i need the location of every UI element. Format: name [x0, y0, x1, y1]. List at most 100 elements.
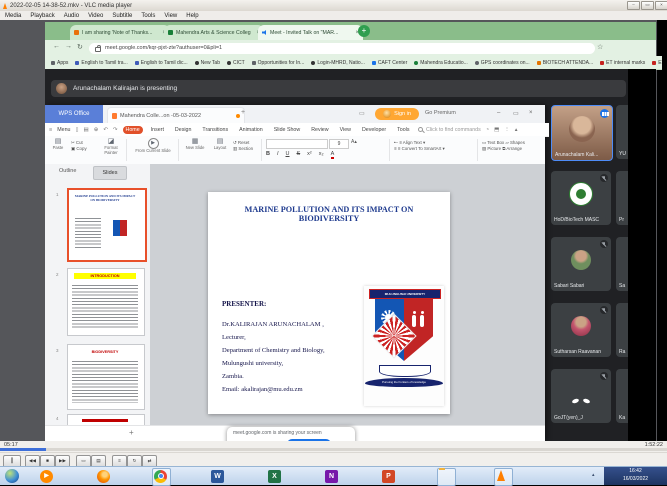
- participant-tile[interactable]: Sabari Sabari: [551, 237, 611, 291]
- paste-button[interactable]: ▤ Paste: [48, 138, 68, 151]
- share-person-icon[interactable]: ◔: [486, 127, 489, 133]
- align-text-button[interactable]: Align Text: [403, 140, 422, 145]
- browser-tab-2[interactable]: Mahendra Arts & Science Colleg ×: [164, 25, 264, 40]
- align-left-icon[interactable]: ≡: [399, 140, 402, 145]
- bullets-icon[interactable]: •–: [394, 140, 398, 145]
- shapes-button[interactable]: Shapes: [510, 140, 525, 145]
- add-slide-button[interactable]: +: [129, 428, 134, 437]
- vlc-maximize-button[interactable]: ▭: [641, 1, 654, 10]
- wps-minimize-button[interactable]: –: [497, 110, 500, 116]
- presenter-text-block[interactable]: PRESENTER: Dr.KALIRAJAN ARUNACHALAM , Le…: [222, 300, 325, 396]
- vlc-menu-audio[interactable]: Audio: [64, 13, 79, 19]
- subscript-button[interactable]: x₂: [319, 151, 324, 159]
- bookmark-item[interactable]: ET internal marks: [600, 60, 645, 66]
- vlc-menu-view[interactable]: View: [164, 13, 177, 19]
- italic-button[interactable]: I: [277, 151, 279, 159]
- font-name-box[interactable]: [266, 139, 328, 149]
- slide-title[interactable]: MARINE POLLUTION AND ITS IMPACT ON BIODI…: [214, 205, 444, 223]
- bookmark-item[interactable]: BIOTECH ATTENDA...: [537, 60, 593, 66]
- tab-home[interactable]: Home: [123, 126, 143, 134]
- wps-office-button[interactable]: WPS Office: [45, 105, 103, 123]
- chrome-icon[interactable]: [154, 470, 167, 483]
- align-right-icon[interactable]: ≡: [398, 146, 401, 151]
- bookmark-item[interactable]: CICT: [227, 60, 245, 66]
- tab-developer[interactable]: Developer: [359, 126, 389, 134]
- tab-animation[interactable]: Animation: [236, 126, 266, 134]
- print-icon[interactable]: ⊕: [94, 127, 99, 133]
- new-slide-button[interactable]: ▦ New Slide: [183, 138, 207, 151]
- address-bar[interactable]: meet.google.com/kqr-pjxt-zte?authuser=0&…: [89, 43, 595, 54]
- vlc-minimize-button[interactable]: –: [627, 1, 640, 10]
- wps-new-tab-button[interactable]: +: [241, 109, 245, 116]
- vlc-video-area[interactable]: I am sharing 'Note of Thanks... × Mahend…: [0, 20, 667, 441]
- wps-maximize-button[interactable]: ▭: [513, 110, 519, 117]
- find-commands-box[interactable]: Click to find commands: [418, 127, 481, 133]
- superscript-button[interactable]: x²: [307, 151, 312, 159]
- word-icon[interactable]: W: [211, 470, 224, 483]
- slide-thumbnail-4[interactable]: [67, 414, 145, 425]
- bookmark-item[interactable]: English to Tamil tra...: [75, 60, 127, 66]
- section-button[interactable]: ▥ Section: [233, 146, 253, 152]
- bookmark-item[interactable]: CAFT Center: [372, 60, 407, 66]
- back-icon[interactable]: ←: [53, 43, 60, 50]
- hamburger-menu-icon[interactable]: ≡: [49, 127, 52, 133]
- bookmark-item[interactable]: GPS coordinates on...: [475, 60, 530, 66]
- excel-icon[interactable]: X: [268, 470, 281, 483]
- vlc-menu-media[interactable]: Media: [5, 13, 21, 19]
- vlc-taskbar-icon[interactable]: [497, 470, 505, 481]
- bold-button[interactable]: B: [266, 151, 270, 159]
- firefox-icon[interactable]: [97, 470, 110, 483]
- smartart-button[interactable]: Convert To SmartArt: [402, 146, 442, 151]
- strikethrough-button[interactable]: S: [297, 151, 301, 159]
- bookmark-item[interactable]: English to Tamil dic...: [135, 60, 188, 66]
- panel-tab-slides[interactable]: Slides: [93, 166, 127, 180]
- side-pane-icon[interactable]: ▭: [359, 110, 365, 117]
- more-icon[interactable]: ⋮: [504, 127, 510, 133]
- slide-canvas[interactable]: MARINE POLLUTION AND ITS IMPACT ON BIODI…: [208, 192, 450, 414]
- bookmark-item[interactable]: New Tab: [195, 60, 220, 66]
- font-size-box[interactable]: 9: [329, 139, 349, 149]
- vlc-menu-tools[interactable]: Tools: [141, 13, 155, 19]
- new-tab-button[interactable]: +: [358, 25, 370, 37]
- participant-tile-speaker[interactable]: Arunachalam Kali...: [551, 105, 613, 161]
- tray-expand-icon[interactable]: ▴: [592, 472, 595, 478]
- layout-button[interactable]: ▤ Layout: [209, 138, 231, 151]
- slide-thumbnail-2[interactable]: INTRODUCTION: [67, 268, 145, 336]
- bookmark-item[interactable]: Opportunities for In...: [252, 60, 305, 66]
- redo-icon[interactable]: ↷: [113, 127, 118, 133]
- undo-icon[interactable]: ↶: [103, 127, 108, 133]
- wps-document-tab[interactable]: Mahendra Colle...on -05-03-2022: [107, 107, 245, 124]
- grow-font-icon[interactable]: A▴: [351, 139, 357, 145]
- vlc-menu-subtitle[interactable]: Subtitle: [112, 13, 132, 19]
- share-icon[interactable]: ⬒: [494, 127, 499, 133]
- underline-button[interactable]: U: [286, 151, 290, 159]
- participant-tile[interactable]: Sutharsan Raavanan: [551, 303, 611, 357]
- reload-icon[interactable]: ↻: [77, 43, 83, 51]
- go-premium-button[interactable]: Go Premium: [425, 110, 456, 116]
- font-color-button[interactable]: A: [331, 151, 335, 159]
- seek-bar[interactable]: [0, 448, 667, 451]
- browser-tab-1[interactable]: I am sharing 'Note of Thanks... ×: [70, 25, 170, 40]
- browser-tab-3-active[interactable]: Meet - Invited Talk on "MAR... ×: [258, 25, 363, 40]
- media-player-icon[interactable]: ▶: [40, 470, 53, 483]
- tab-view[interactable]: View: [337, 126, 354, 134]
- forward-icon[interactable]: →: [65, 43, 72, 50]
- bookmark-item[interactable]: ET inte...: [652, 60, 662, 66]
- bookmark-item[interactable]: Apps: [51, 60, 68, 66]
- vlc-menu-video[interactable]: Video: [88, 13, 103, 19]
- tab-review[interactable]: Review: [308, 126, 331, 134]
- tab-tools[interactable]: Tools: [394, 126, 412, 134]
- bookmark-item[interactable]: Mahendra Educatio...: [414, 60, 468, 66]
- bookmark-star-icon[interactable]: ☆: [597, 43, 603, 51]
- wps-close-button[interactable]: ×: [529, 110, 533, 116]
- menu-button[interactable]: Menu: [57, 127, 70, 133]
- copy-button[interactable]: ▣ Copy: [71, 146, 87, 152]
- from-current-slide-button[interactable]: ▶ From Current Slide: [131, 138, 175, 154]
- vlc-menu-help[interactable]: Help: [186, 13, 198, 19]
- participant-tile[interactable]: GoJT(yen)_J: [551, 369, 611, 423]
- save-icon[interactable]: ▤: [84, 127, 89, 133]
- tab-transitions[interactable]: Transitions: [199, 126, 231, 134]
- slide-thumbnail-1[interactable]: MARINE POLLUTION AND ITS IMPACT ON BIODI…: [67, 188, 147, 262]
- slide-thumbnail-3[interactable]: BIODIVERSITY: [67, 344, 145, 410]
- format-painter-button[interactable]: ◪ Format Painter: [99, 138, 123, 155]
